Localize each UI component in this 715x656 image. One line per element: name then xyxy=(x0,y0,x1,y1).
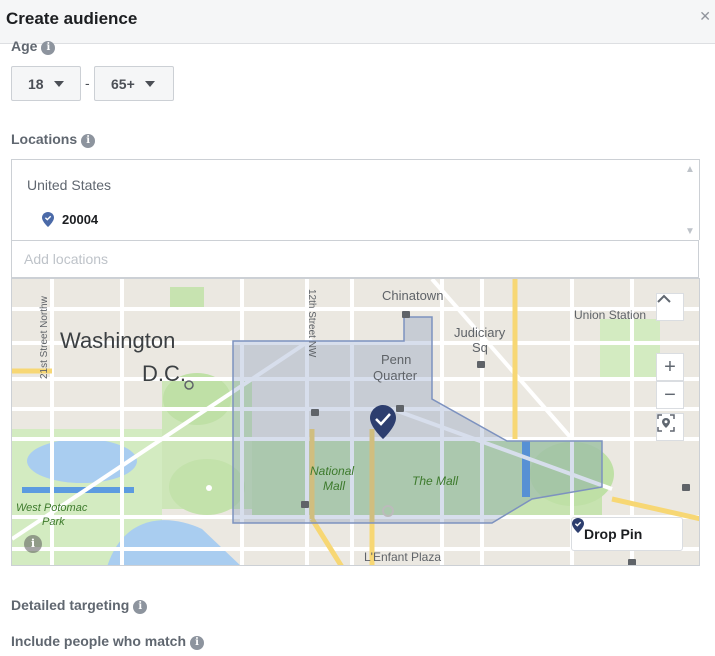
map-info-icon[interactable]: i xyxy=(24,535,42,553)
map-collapse-button[interactable] xyxy=(656,293,684,321)
age-max-select[interactable]: 65+ xyxy=(94,66,174,101)
map-label-mall: Mall xyxy=(323,479,346,493)
age-label: Age xyxy=(11,38,38,54)
location-map[interactable]: Chinatown Washington D.C. Judiciary Sq P… xyxy=(11,278,700,566)
drop-pin-button[interactable]: Drop Pin xyxy=(571,517,683,551)
add-locations-input[interactable] xyxy=(11,240,699,278)
info-icon[interactable]: i xyxy=(133,600,148,614)
zoom-out-button[interactable]: − xyxy=(656,381,684,409)
locations-label: Locations xyxy=(11,131,78,147)
location-item-label: 20004 xyxy=(62,212,99,227)
map-label-union-station: Union Station xyxy=(574,308,647,322)
map-label-judiciary-sq: Sq xyxy=(472,340,488,355)
map-label-west-potomac: West Potomac xyxy=(16,502,88,514)
detailed-targeting-label: Detailed targeting xyxy=(11,597,130,613)
landmark-marker xyxy=(206,485,212,491)
location-item[interactable]: 20004 xyxy=(42,212,98,227)
location-country: United States xyxy=(27,177,112,193)
reflecting-pool xyxy=(22,487,134,493)
map-label-judiciary: Judiciary xyxy=(454,325,506,340)
scroll-down-icon[interactable]: ▼ xyxy=(685,226,695,237)
age-min-value: 18 xyxy=(28,75,44,92)
detailed-targeting-row: Detailed targeting i xyxy=(11,597,148,614)
info-icon[interactable]: i xyxy=(81,134,96,148)
caret-down-icon xyxy=(53,80,64,87)
chevron-up-icon xyxy=(657,294,671,303)
close-icon[interactable]: ✕ xyxy=(699,8,711,25)
zoom-in-button[interactable]: + xyxy=(656,353,684,381)
include-people-row: Include people who match i xyxy=(11,633,205,650)
map-label-21st-street: 21st Street Northw xyxy=(39,296,50,379)
list-scrollbar[interactable]: ▲ ▼ xyxy=(681,160,699,241)
age-separator: - xyxy=(85,75,90,91)
location-pin-icon xyxy=(572,518,584,533)
dialog-header: Create audience ✕ xyxy=(0,0,715,44)
map-label-lenfant: L'Enfant Plaza xyxy=(364,550,442,564)
location-pin-icon xyxy=(42,212,54,227)
locate-icon xyxy=(657,414,675,432)
age-max-value: 65+ xyxy=(111,75,135,92)
include-people-label: Include people who match xyxy=(11,633,187,649)
map-label-dc: D.C. xyxy=(142,361,186,386)
locations-list: United States 20004 ▲ ▼ xyxy=(11,159,700,240)
map-label-penn: Penn xyxy=(381,352,412,367)
caret-down-icon xyxy=(144,80,155,87)
info-icon[interactable]: i xyxy=(41,41,56,55)
info-icon[interactable]: i xyxy=(190,636,205,650)
locate-me-button[interactable] xyxy=(656,413,684,441)
dialog-title: Create audience xyxy=(6,9,138,28)
map-label-the-mall: The Mall xyxy=(412,474,459,488)
map-label-penn-quarter: Quarter xyxy=(373,368,418,383)
map-label-12th-street: 12th Street NW xyxy=(306,289,317,358)
selected-zip-region xyxy=(232,316,603,524)
map-label-washington: Washington xyxy=(60,328,176,353)
age-label-row: Age i xyxy=(11,38,56,55)
map-label-park: Park xyxy=(42,516,65,528)
map-label-chinatown: Chinatown xyxy=(382,288,444,303)
drop-pin-label: Drop Pin xyxy=(584,526,643,542)
map-label-national: National xyxy=(310,464,355,478)
age-min-select[interactable]: 18 xyxy=(11,66,81,101)
scroll-up-icon[interactable]: ▲ xyxy=(685,164,695,175)
locations-label-row: Locations i xyxy=(11,131,96,148)
